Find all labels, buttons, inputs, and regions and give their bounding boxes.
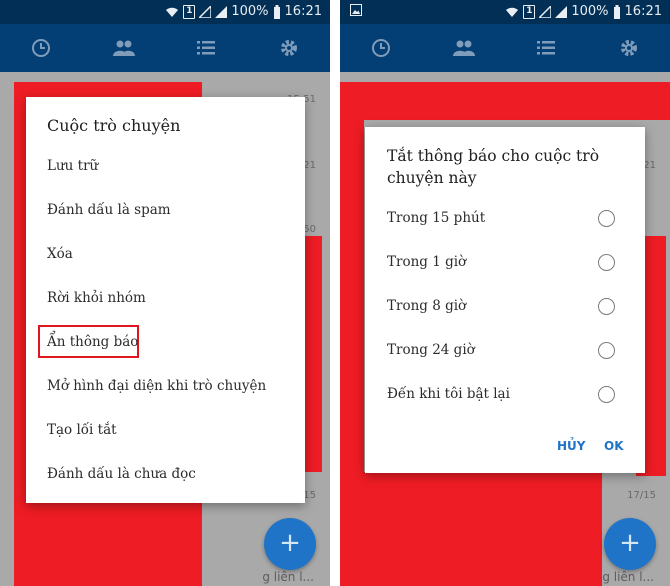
option-1-hour[interactable]: Trong 1 giờ xyxy=(387,254,466,270)
redaction-block xyxy=(340,82,670,120)
list-icon xyxy=(537,41,556,55)
message-snippet: g liên l... xyxy=(262,570,314,584)
battery-percent: 100% xyxy=(231,4,269,19)
message-snippet: g liên l... xyxy=(602,570,654,584)
dialog-title-line1: Tắt thông báo cho cuộc trò xyxy=(387,147,600,165)
signal-icon-2 xyxy=(555,5,568,18)
new-conversation-button[interactable]: + xyxy=(604,518,656,570)
signal-icon xyxy=(539,5,552,18)
tab-settings[interactable] xyxy=(248,24,331,72)
radio-1-hour[interactable] xyxy=(598,254,615,271)
signal-icon xyxy=(199,5,212,18)
option-15-minutes[interactable]: Trong 15 phút xyxy=(387,210,485,226)
menu-item-mark-unread[interactable]: Đánh dấu là chưa đọc xyxy=(47,466,196,482)
battery-icon xyxy=(613,4,620,19)
status-bar: 1 100% 16:21 xyxy=(340,0,670,24)
ok-button[interactable]: OK xyxy=(604,439,624,453)
tab-recent[interactable] xyxy=(0,24,83,72)
option-until-turned-on[interactable]: Đến khi tôi bật lại xyxy=(387,386,510,402)
clock-icon xyxy=(372,39,391,57)
clock-icon xyxy=(32,39,51,57)
tab-settings[interactable] xyxy=(588,24,670,72)
radio-15-minutes[interactable] xyxy=(598,210,615,227)
tab-list[interactable] xyxy=(165,24,248,72)
radio-24-hours[interactable] xyxy=(598,342,615,359)
menu-item-create-shortcut[interactable]: Tạo lối tắt xyxy=(47,422,117,438)
contacts-icon xyxy=(452,40,475,56)
clock-time: 16:21 xyxy=(284,4,322,19)
redaction-block xyxy=(364,472,602,586)
radio-8-hours[interactable] xyxy=(598,298,615,315)
tab-list[interactable] xyxy=(505,24,588,72)
mute-notifications-dialog: Tắt thông báo cho cuộc trò chuyện này Tr… xyxy=(365,127,645,473)
radio-until-turned-on[interactable] xyxy=(598,386,615,403)
list-icon xyxy=(197,41,216,55)
battery-icon xyxy=(273,4,280,19)
timestamp: 50 xyxy=(303,224,316,235)
new-conversation-button[interactable]: + xyxy=(264,518,316,570)
menu-item-delete[interactable]: Xóa xyxy=(47,246,73,262)
signal-icon-2 xyxy=(215,5,228,18)
gallery-notification-icon xyxy=(350,4,362,16)
dialog-title-line2: chuyện này xyxy=(387,169,477,187)
left-screenshot: 1 100% 16:21 15:51 21 50 15:15 g liên l.… xyxy=(0,0,330,586)
tab-contacts[interactable] xyxy=(83,24,166,72)
menu-item-mark-spam[interactable]: Đánh dấu là spam xyxy=(47,202,171,218)
sim-icon: 1 xyxy=(183,4,196,19)
gear-icon xyxy=(280,40,297,56)
app-bar xyxy=(340,24,670,72)
contacts-icon xyxy=(112,40,135,56)
tab-recent[interactable] xyxy=(340,24,423,72)
menu-item-open-avatar[interactable]: Mở hình đại diện khi trò chuyện xyxy=(47,378,266,394)
timestamp: 21 xyxy=(643,160,656,171)
timestamp: 21 xyxy=(303,160,316,171)
option-8-hours[interactable]: Trong 8 giờ xyxy=(387,298,466,314)
app-bar xyxy=(0,24,330,72)
sim-icon: 1 xyxy=(523,4,536,19)
wifi-icon xyxy=(166,7,179,17)
gear-icon xyxy=(620,40,637,56)
right-screenshot: 1 100% 16:21 21 17/15 g liên l... + Tắt … xyxy=(340,0,670,586)
wifi-icon xyxy=(506,7,519,17)
menu-item-archive[interactable]: Lưu trữ xyxy=(47,158,98,174)
status-bar: 1 100% 16:21 xyxy=(0,0,330,24)
timestamp: 17/15 xyxy=(627,490,656,501)
conversation-menu-dialog: Cuộc trò chuyện Lưu trữ Đánh dấu là spam… xyxy=(26,97,305,503)
menu-item-leave-group[interactable]: Rời khỏi nhóm xyxy=(47,290,146,306)
battery-percent: 100% xyxy=(571,4,609,19)
menu-item-mute-notifications[interactable]: Ẩn thông báo xyxy=(47,334,138,350)
option-24-hours[interactable]: Trong 24 giờ xyxy=(387,342,475,358)
clock-time: 16:21 xyxy=(624,4,662,19)
dialog-title: Cuộc trò chuyện xyxy=(47,116,181,135)
redaction-block xyxy=(340,120,364,586)
cancel-button[interactable]: HỦY xyxy=(557,439,585,453)
tab-contacts[interactable] xyxy=(423,24,506,72)
